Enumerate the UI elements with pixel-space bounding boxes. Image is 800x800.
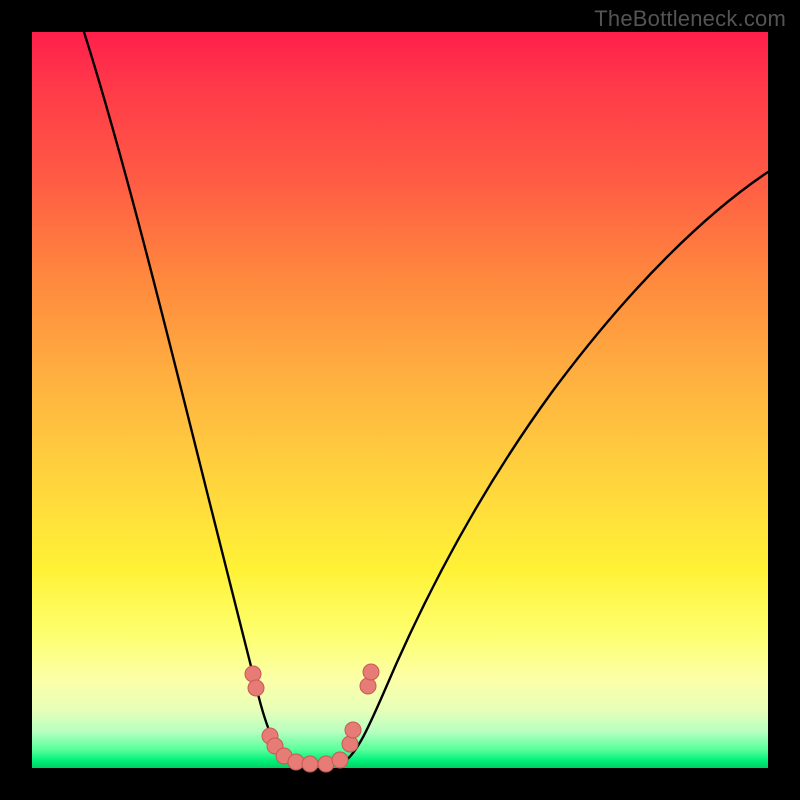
curve-right xyxy=(344,172,768,762)
bottleneck-curve xyxy=(84,32,768,764)
curve-left xyxy=(84,32,290,762)
chart-svg xyxy=(32,32,768,768)
plot-area xyxy=(32,32,768,768)
chart-frame: TheBottleneck.com xyxy=(0,0,800,800)
watermark-text: TheBottleneck.com xyxy=(594,6,786,32)
